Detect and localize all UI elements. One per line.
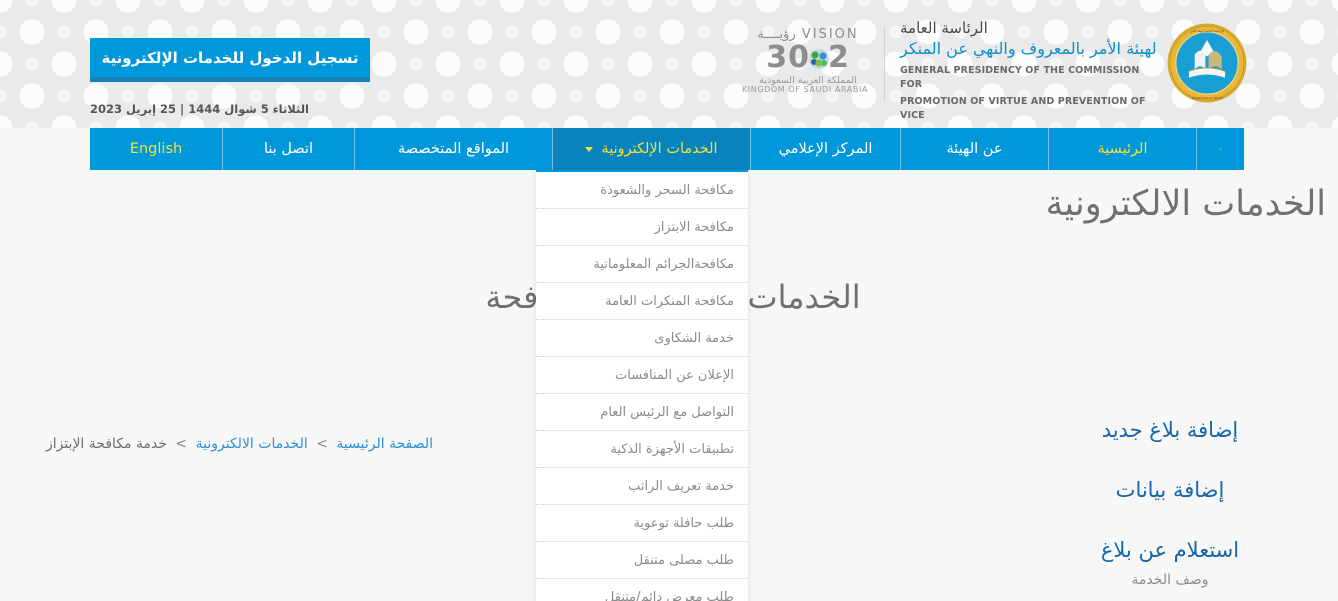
- dropdown-item-anti-extortion[interactable]: مكافحة الابتزاز: [536, 209, 748, 246]
- page-root: تسجيل الدخول للخدمات الإلكترونية الثلاثا…: [0, 0, 1338, 601]
- chevron-down-icon: [585, 146, 594, 152]
- add-data-link[interactable]: إضافة بيانات: [1020, 478, 1320, 502]
- dropdown-item-salary-definition[interactable]: خدمة تعريف الراتب: [536, 468, 748, 505]
- login-button[interactable]: تسجيل الدخول للخدمات الإلكترونية: [90, 38, 370, 82]
- nav-item-e-services[interactable]: الخدمات الإلكترونية: [552, 128, 750, 170]
- nav-item-contact-us[interactable]: اتصل بنا: [222, 128, 354, 170]
- breadcrumb-separator-2: >: [175, 436, 188, 452]
- dropdown-item-anti-sorcery[interactable]: مكافحة السحر والشعوذة: [536, 172, 748, 209]
- service-action-links: إضافة بلاغ جديد إضافة بيانات استعلام عن …: [1020, 418, 1320, 588]
- vision-digit-2: 2: [827, 40, 850, 75]
- vision-digit-0: 0: [788, 40, 810, 75]
- nav-item-specialized-sites[interactable]: المواقع المتخصصة: [354, 128, 552, 170]
- svg-text:PROMOTION OF VIRTUE: PROMOTION OF VIRTUE: [1192, 96, 1223, 100]
- commission-emblem-icon: الرئاسة العامة لهيئة الأمر PROMOTION OF …: [1167, 23, 1247, 103]
- page-title: الخدمات الالكترونية: [1045, 184, 1326, 224]
- service-description-label: وصف الخدمة: [1131, 572, 1209, 588]
- dropdown-item-contact-president[interactable]: التواصل مع الرئيس العام: [536, 394, 748, 431]
- main-navigation: الرئيسية عن الهيئة المركز الإعلامي الخدم…: [90, 128, 1244, 170]
- report-inquiry-link[interactable]: استعلام عن بلاغ: [1020, 538, 1320, 562]
- vision-kingdom-english: KINGDOM OF SAUDI ARABIA: [741, 84, 868, 94]
- current-date: الثلاثاء 5 شوال 1444 | 25 إبريل 2023: [90, 102, 309, 116]
- breadcrumb-section[interactable]: الخدمات الالكترونية: [196, 436, 308, 452]
- e-services-dropdown-menu: مكافحة السحر والشعوذة مكافحة الابتزاز مك…: [536, 170, 748, 601]
- nav-item-home[interactable]: الرئيسية: [1048, 128, 1196, 170]
- dropdown-item-awareness-bus[interactable]: طلب حافلة توعوية: [536, 505, 748, 542]
- nav-item-english[interactable]: English: [90, 128, 222, 170]
- add-new-report-link[interactable]: إضافة بلاغ جديد: [1020, 418, 1320, 442]
- nav-item-e-services-label: الخدمات الإلكترونية: [601, 141, 718, 157]
- vision-emblem-icon: [808, 49, 829, 69]
- nav-item-media-center[interactable]: المركز الإعلامي: [750, 128, 900, 170]
- org-arabic-line-2: لهيئة الأمر بالمعروف والنهي عن المنكر: [900, 39, 1157, 59]
- vision-2030-logo: VISION رؤيــــة 230 المملكة العربية السع…: [741, 28, 868, 102]
- dropdown-item-anti-cybercrime[interactable]: مكافحةالجرائم المعلوماتية: [536, 246, 748, 283]
- nav-home-icon-button[interactable]: [1196, 128, 1244, 170]
- org-arabic-line-1: الرئاسة العامة: [900, 19, 988, 37]
- dropdown-item-tenders[interactable]: الإعلان عن المنافسات: [536, 357, 748, 394]
- svg-text:الرئاسة العامة لهيئة الأمر: الرئاسة العامة لهيئة الأمر: [1189, 28, 1224, 33]
- vision-digit-3: 3: [766, 40, 789, 75]
- dropdown-item-exhibition-request[interactable]: طلب معرض دائم/متنقل: [536, 579, 748, 601]
- vision-year: 2 30: [766, 43, 850, 73]
- org-english-line-2: PROMOTION OF VIRTUE AND PREVENTION OF VI…: [900, 96, 1146, 122]
- site-header: تسجيل الدخول للخدمات الإلكترونية الثلاثا…: [0, 0, 1338, 128]
- organization-titles: الرئاسة العامة لهيئة الأمر بالمعروف والن…: [900, 18, 1158, 124]
- header-divider: [884, 26, 885, 102]
- breadcrumb-home[interactable]: الصفحة الرئيسية: [336, 436, 433, 452]
- dropdown-item-mobile-prayer-room[interactable]: طلب مصلى متنقل: [536, 542, 748, 579]
- home-icon: [1219, 147, 1222, 151]
- breadcrumb-current: خدمة مكافحة الإبتزاز: [45, 436, 167, 452]
- nav-item-about[interactable]: عن الهيئة: [900, 128, 1048, 170]
- breadcrumb-separator-1: >: [316, 436, 328, 452]
- breadcrumb: الصفحة الرئيسية > الخدمات الالكترونية > …: [46, 436, 433, 452]
- org-english-line-1: GENERAL PRESIDENCY OF THE COMMISSION FOR: [900, 64, 1140, 90]
- dropdown-item-public-vices[interactable]: مكافحة المنكرات العامة: [536, 283, 748, 320]
- dropdown-item-smart-apps[interactable]: تطبيقات الأجهزة الذكية: [536, 431, 748, 468]
- dropdown-item-complaints[interactable]: خدمة الشكاوى: [536, 320, 748, 357]
